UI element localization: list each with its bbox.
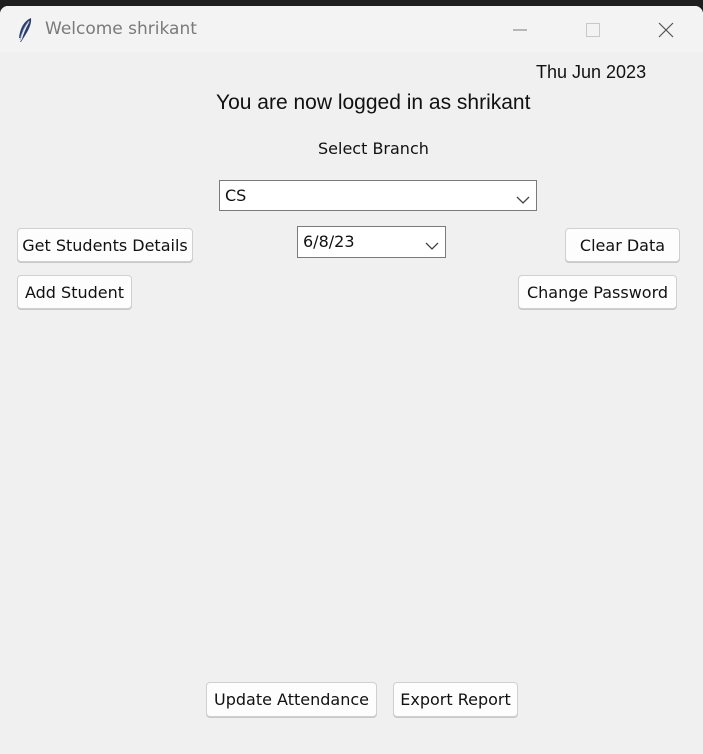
minimize-icon[interactable] [497,14,543,46]
app-window: Welcome shrikant Thu Jun 2023 You are no… [0,6,703,754]
feather-icon [16,17,34,43]
export-report-button[interactable]: Export Report [393,682,518,717]
clear-data-button[interactable]: Clear Data [565,228,680,262]
date-dropdown[interactable]: 6/8/23 [297,226,446,258]
select-branch-label: Select Branch [318,139,429,158]
add-student-button[interactable]: Add Student [17,275,132,309]
maximize-icon[interactable] [570,14,616,46]
window-title: Welcome shrikant [45,19,197,39]
get-students-details-button[interactable]: Get Students Details [17,228,193,262]
title-bar[interactable]: Welcome shrikant [0,6,703,52]
chevron-down-icon[interactable] [425,236,439,250]
chevron-down-icon[interactable] [516,190,530,204]
branch-dropdown-value: CS [225,186,247,205]
change-password-button[interactable]: Change Password [518,275,677,309]
date-dropdown-value: 6/8/23 [303,232,355,251]
close-icon[interactable] [643,14,689,46]
welcome-message: You are now logged in as shrikant [216,91,531,114]
branch-dropdown[interactable]: CS [219,180,537,211]
date-label: Thu Jun 2023 [536,62,647,82]
update-attendance-button[interactable]: Update Attendance [206,682,377,717]
